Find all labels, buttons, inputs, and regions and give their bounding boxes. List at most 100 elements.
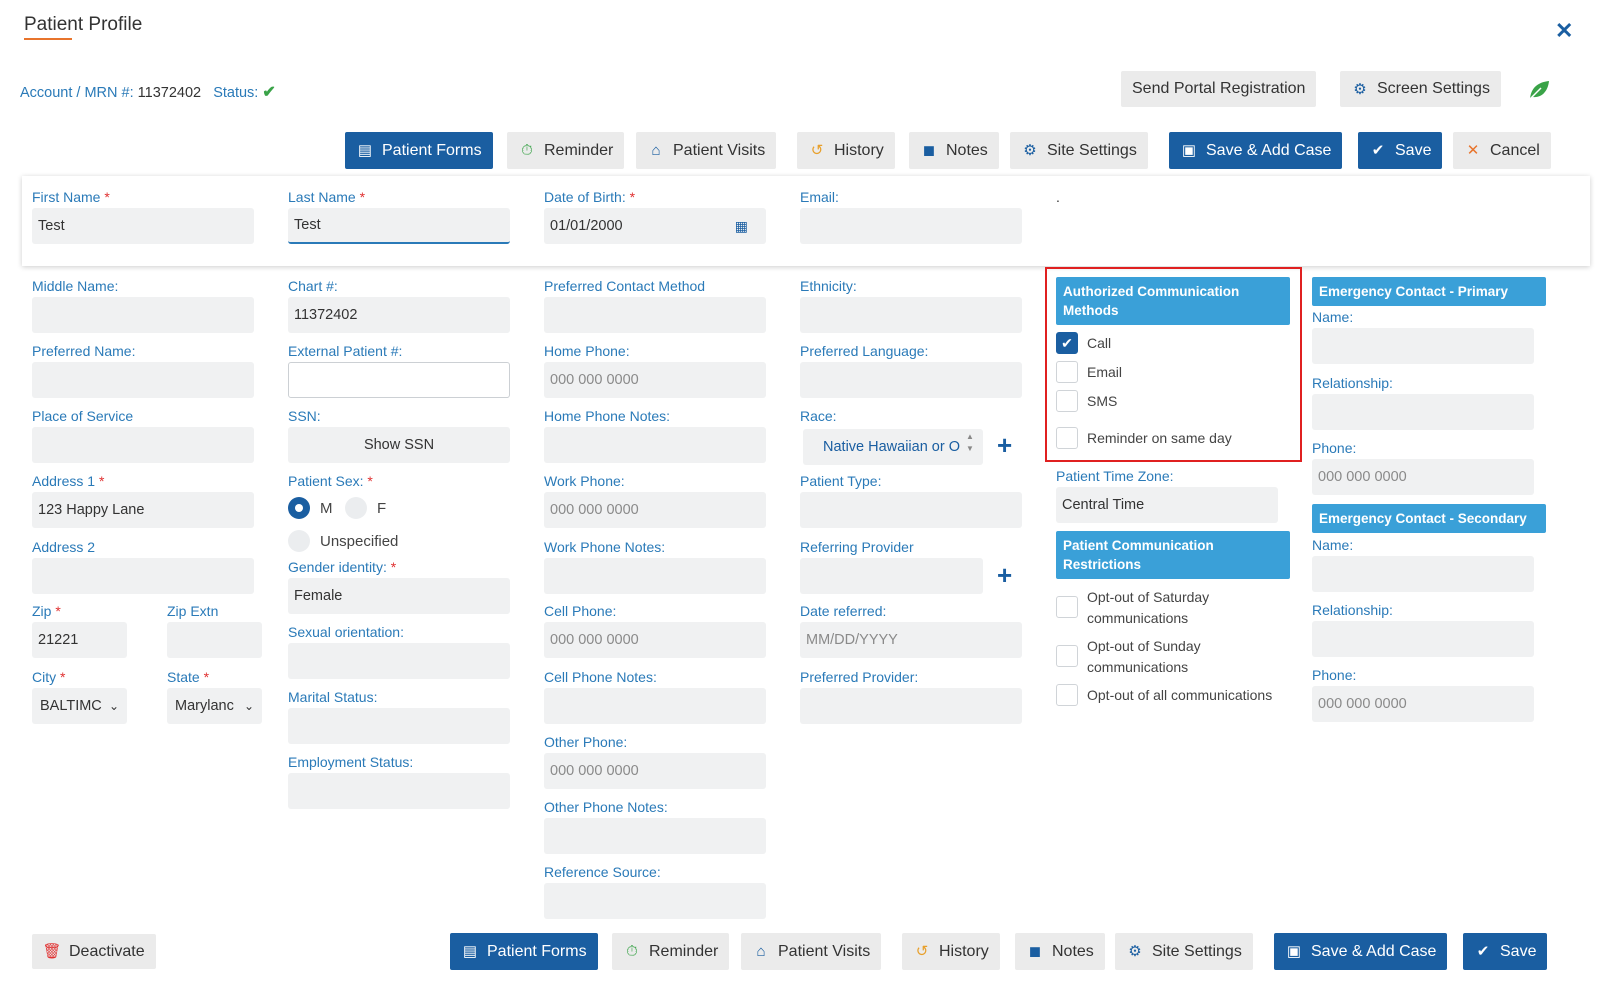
referring-provider-select[interactable] — [800, 558, 983, 594]
add-referring-provider-icon[interactable]: + — [997, 562, 1012, 588]
reminder-button[interactable]: ⏱ Reminder — [507, 132, 625, 169]
address2-label: Address 2 — [32, 539, 96, 555]
deactivate-button[interactable]: 🗑 Deactivate — [32, 934, 156, 969]
sex-m-radio[interactable] — [288, 497, 310, 519]
preferred-provider-select[interactable] — [800, 688, 1022, 724]
marital-status-label: Marital Status: — [288, 689, 378, 705]
timezone-select[interactable]: Central Time — [1056, 487, 1278, 523]
save-button[interactable]: ✔ Save — [1358, 132, 1443, 169]
reminder-button-bottom[interactable]: ⏱ Reminder — [612, 933, 730, 970]
preferred-provider-label: Preferred Provider: — [800, 669, 919, 685]
save-add-case-button-bottom[interactable]: ▣ Save & Add Case — [1274, 933, 1448, 970]
send-portal-registration-button[interactable]: Send Portal Registration — [1121, 71, 1317, 107]
city-select[interactable]: BALTIMC ⌄ — [32, 688, 127, 724]
gender-identity-select[interactable]: Female — [288, 578, 510, 614]
secondary-relationship-select[interactable] — [1312, 621, 1534, 657]
secondary-phone-input[interactable]: 000 000 0000 — [1312, 686, 1534, 722]
save-add-case-button[interactable]: ▣ Save & Add Case — [1169, 132, 1343, 169]
history-button[interactable]: ↺ History — [797, 132, 895, 169]
primary-name-input[interactable] — [1312, 328, 1534, 364]
state-select[interactable]: Marylanc ⌄ — [167, 688, 262, 724]
race-scroll-arrows[interactable]: ▲ ▼ — [966, 431, 974, 455]
dob-input[interactable]: 01/01/2000 ▦ — [544, 208, 766, 244]
other-phone-notes-input[interactable] — [544, 818, 766, 854]
opt-out-saturday-checkbox[interactable] — [1056, 596, 1078, 618]
zip-extn-input[interactable] — [167, 622, 262, 658]
city-label: City * — [32, 669, 66, 685]
primary-phone-input[interactable]: 000 000 0000 — [1312, 459, 1534, 495]
timezone-label: Patient Time Zone: — [1056, 468, 1174, 484]
account-label: Account / MRN #: — [20, 85, 134, 101]
zip-input[interactable]: 21221 — [32, 622, 127, 658]
cell-phone-notes-label: Cell Phone Notes: — [544, 669, 657, 685]
cell-phone-notes-input[interactable] — [544, 688, 766, 724]
deactivate-label: Deactivate — [69, 942, 145, 960]
last-name-label: Last Name * — [288, 189, 366, 205]
sex-f-radio[interactable] — [345, 497, 367, 519]
leaf-icon[interactable] — [1527, 79, 1551, 101]
calendar-icon[interactable]: ▦ — [735, 218, 748, 235]
call-checkbox[interactable]: ✔ — [1056, 332, 1078, 354]
email-checkbox[interactable] — [1056, 361, 1078, 383]
screen-settings-button[interactable]: ⚙ Screen Settings — [1340, 71, 1501, 107]
ethnicity-select[interactable] — [800, 297, 1022, 333]
marital-status-select[interactable] — [288, 708, 510, 744]
work-phone-input[interactable]: 000 000 0000 — [544, 492, 766, 528]
place-of-service-select[interactable] — [32, 427, 254, 463]
show-ssn-button[interactable]: Show SSN — [288, 427, 510, 463]
external-patient-input[interactable] — [288, 362, 510, 398]
gear-icon: ⚙ — [1353, 80, 1367, 98]
reference-source-select[interactable] — [544, 883, 766, 919]
sexual-orientation-select[interactable] — [288, 643, 510, 679]
cancel-label: Cancel — [1490, 141, 1540, 159]
patient-visits-button-bottom[interactable]: ⌂ Patient Visits — [741, 933, 882, 970]
close-icon[interactable]: ✕ — [1555, 18, 1573, 44]
secondary-phone-label: Phone: — [1312, 667, 1357, 683]
chevron-down-icon: ⌄ — [243, 699, 254, 713]
patient-forms-button[interactable]: ▤ Patient Forms — [345, 132, 493, 169]
communication-restrictions-header: Patient Communication Restrictions — [1056, 531, 1290, 579]
patient-type-select[interactable] — [800, 492, 1022, 528]
chart-input[interactable]: 11372402 — [288, 297, 510, 333]
notes-button-bottom[interactable]: ◼ Notes — [1015, 933, 1105, 970]
state-value: Marylanc — [175, 698, 234, 714]
sms-checkbox[interactable] — [1056, 390, 1078, 412]
employment-status-select[interactable] — [288, 773, 510, 809]
history-button-bottom[interactable]: ↺ History — [902, 933, 1000, 970]
work-phone-notes-input[interactable] — [544, 558, 766, 594]
site-settings-button-bottom[interactable]: ⚙ Site Settings — [1115, 933, 1253, 970]
address2-input[interactable] — [32, 558, 254, 594]
secondary-name-input[interactable] — [1312, 556, 1534, 592]
email-input[interactable] — [800, 208, 1022, 244]
notes-button[interactable]: ◼ Notes — [909, 132, 999, 169]
primary-relationship-select[interactable] — [1312, 394, 1534, 430]
other-phone-input[interactable]: 000 000 0000 — [544, 753, 766, 789]
opt-out-all-checkbox[interactable] — [1056, 684, 1078, 706]
patient-visits-button[interactable]: ⌂ Patient Visits — [636, 132, 777, 169]
opt-out-sunday-checkbox[interactable] — [1056, 645, 1078, 667]
cancel-button[interactable]: ✕ Cancel — [1453, 132, 1551, 169]
site-settings-button[interactable]: ⚙ Site Settings — [1010, 132, 1148, 169]
middle-name-input[interactable] — [32, 297, 254, 333]
address1-input[interactable]: 123 Happy Lane — [32, 492, 254, 528]
preferred-language-select[interactable] — [800, 362, 1022, 398]
patient-forms-button-bottom[interactable]: ▤ Patient Forms — [450, 933, 598, 970]
first-name-input[interactable]: Test — [32, 208, 254, 244]
last-name-input[interactable]: Test — [288, 208, 510, 244]
race-option[interactable]: Native Hawaiian or O — [823, 439, 960, 455]
sms-label: SMS — [1087, 393, 1118, 409]
opt-out-all-label: Opt-out of all communications — [1087, 687, 1273, 703]
contact-method-select[interactable] — [544, 297, 766, 333]
sex-unspecified-radio[interactable] — [288, 530, 310, 552]
save-button-bottom[interactable]: ✔ Save — [1463, 933, 1548, 970]
home-phone-input[interactable]: 000 000 0000 — [544, 362, 766, 398]
race-listbox[interactable]: Native Hawaiian or O — [803, 429, 983, 465]
home-phone-notes-input[interactable] — [544, 427, 766, 463]
home-phone-label: Home Phone: — [544, 343, 630, 359]
patient-type-label: Patient Type: — [800, 473, 882, 489]
cell-phone-input[interactable]: 000 000 0000 — [544, 622, 766, 658]
preferred-name-input[interactable] — [32, 362, 254, 398]
add-race-icon[interactable]: + — [997, 432, 1012, 458]
reminder-same-day-checkbox[interactable] — [1056, 427, 1078, 449]
date-referred-input[interactable]: MM/DD/YYYY — [800, 622, 1022, 658]
